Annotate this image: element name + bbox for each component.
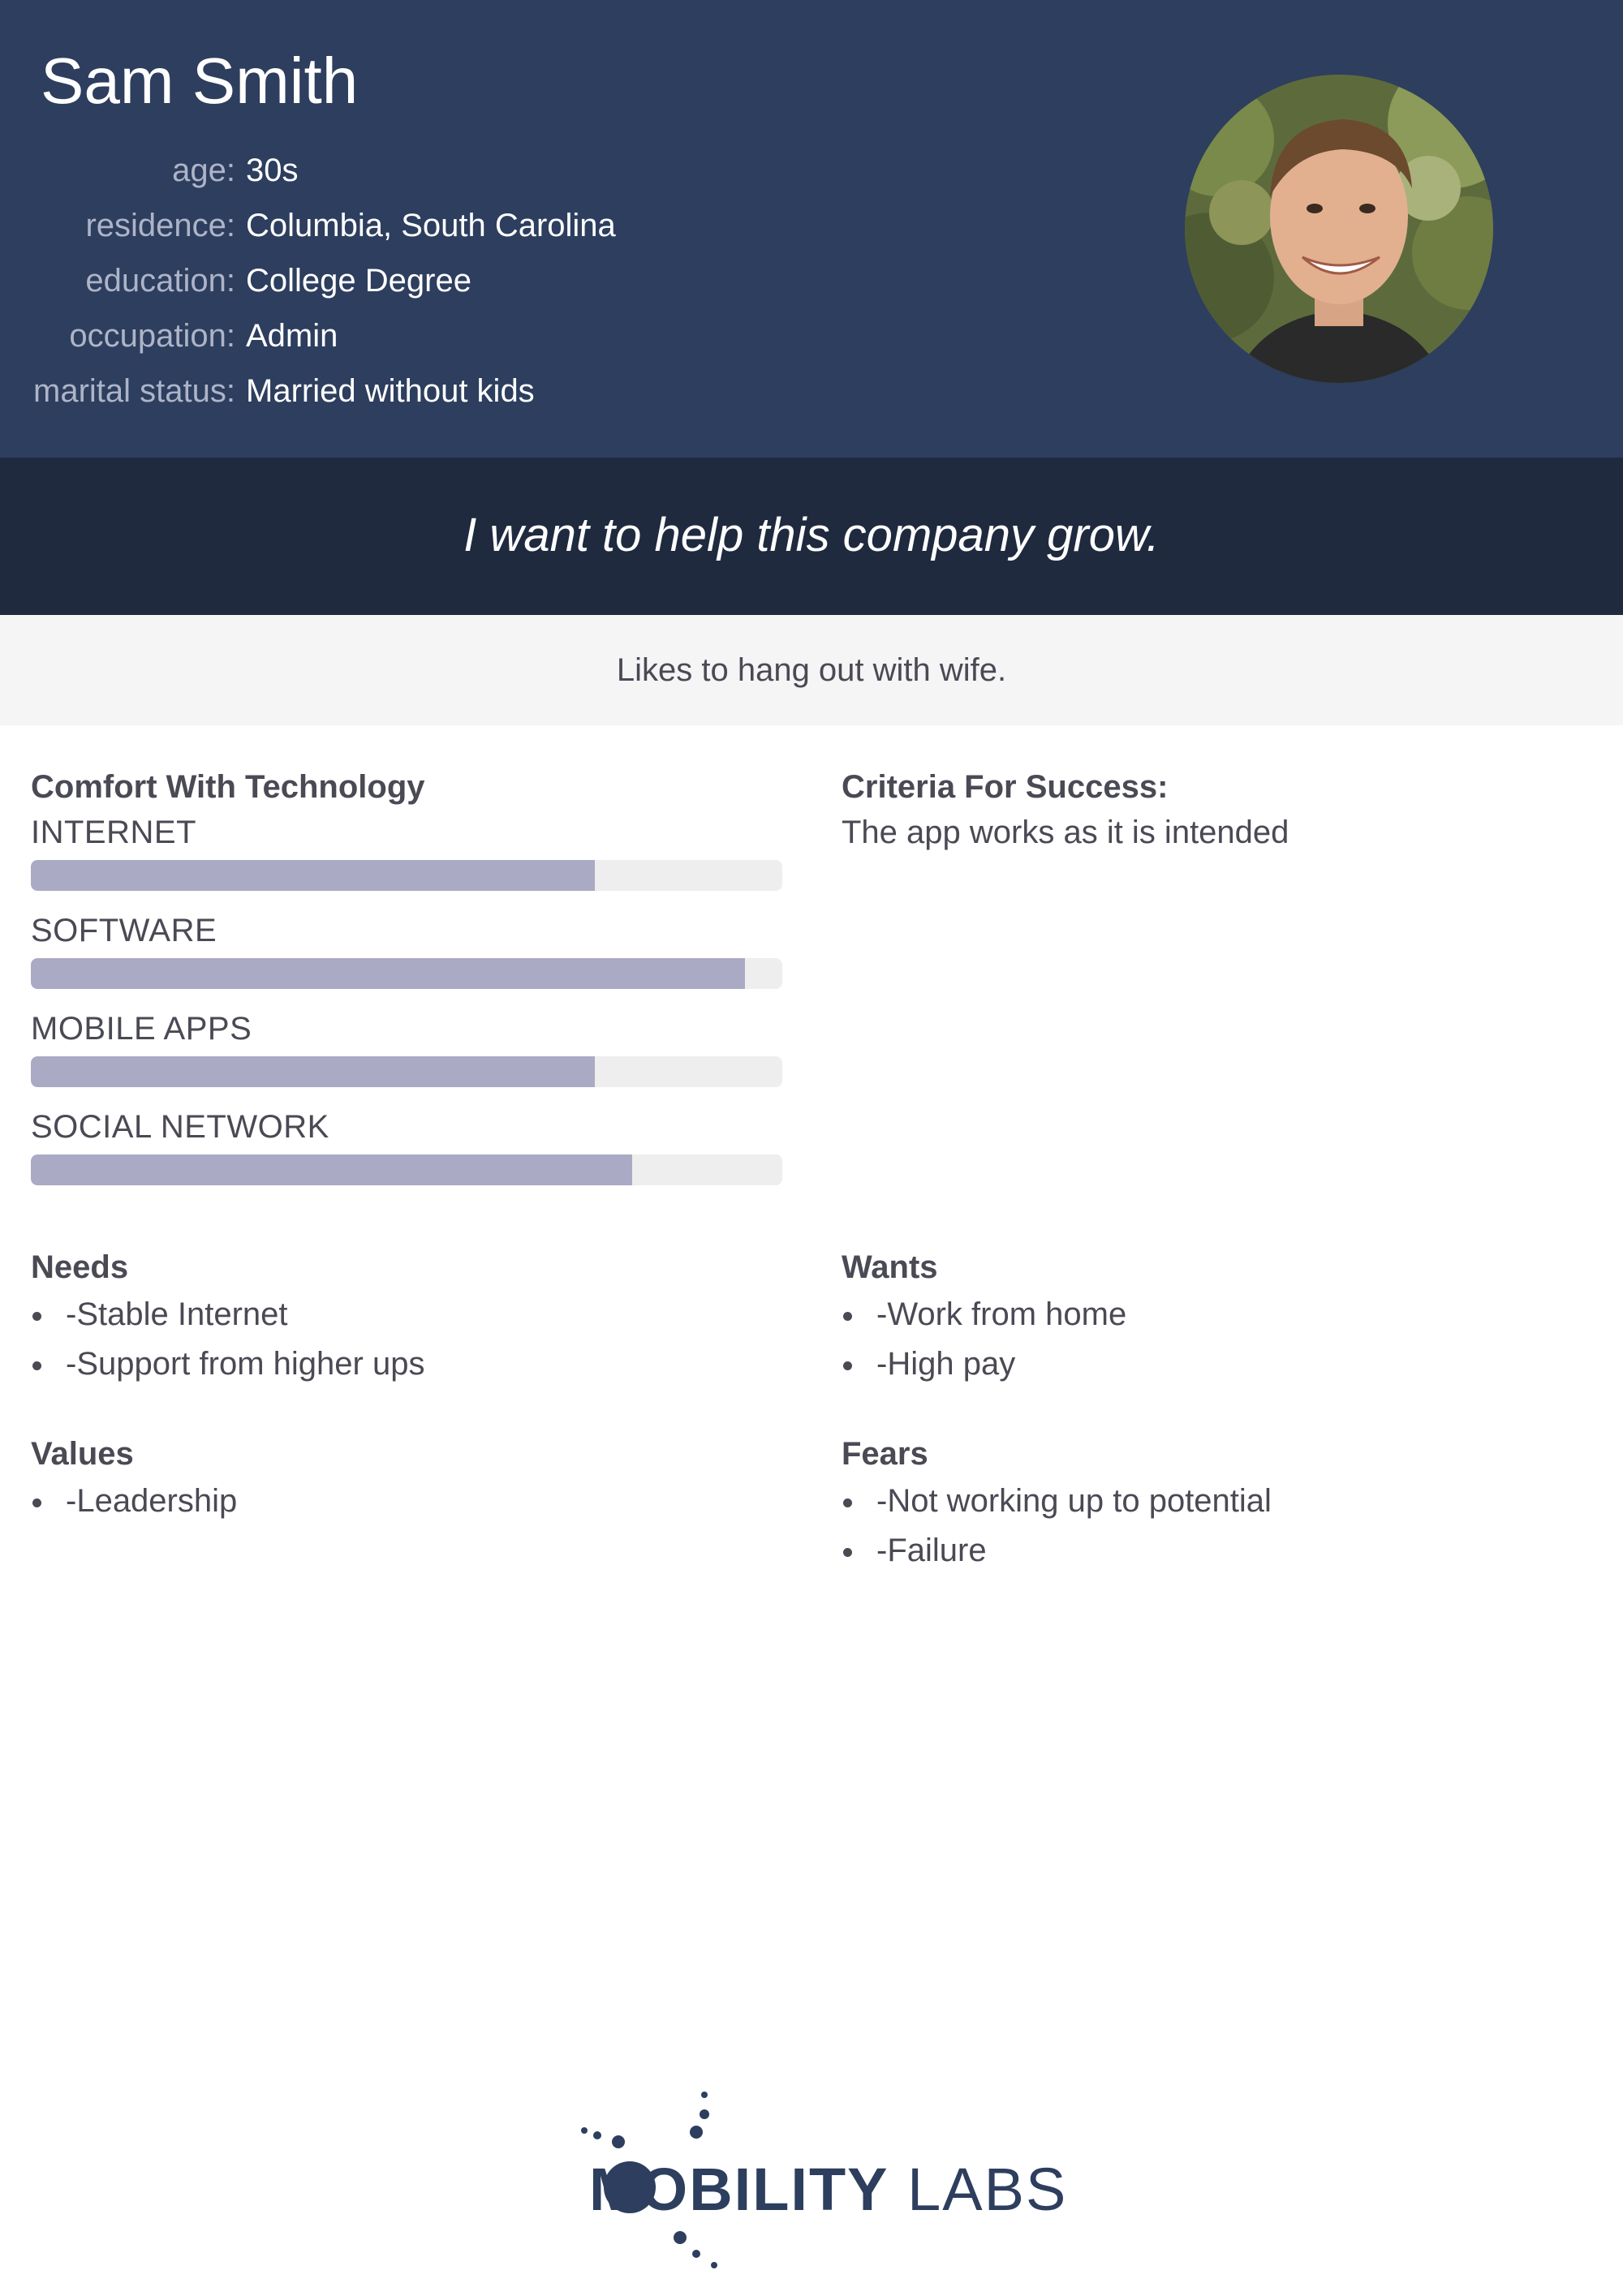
criteria-title: Criteria For Success: — [842, 769, 1169, 805]
avatar-photo — [1185, 75, 1493, 383]
detail-label: education: — [85, 263, 235, 299]
list-item: -Work from home — [842, 1290, 1588, 1339]
tech-item-software: SOFTWARE — [31, 908, 782, 1006]
fears-title: Fears — [842, 1436, 928, 1472]
tech-bar-fill — [31, 1154, 632, 1185]
list-item: -Failure — [842, 1526, 1588, 1576]
tech-label: SOFTWARE — [31, 913, 217, 948]
needs-section: Needs -Stable Internet -Support from hig… — [31, 1245, 782, 1389]
detail-label: occupation: — [69, 318, 235, 354]
tech-label: SOCIAL NETWORK — [31, 1109, 329, 1145]
wants-title: Wants — [842, 1249, 938, 1285]
fears-section: Fears -Not working up to potential -Fail… — [842, 1431, 1588, 1576]
persona-name: Sam Smith — [41, 45, 359, 117]
detail-label: age: — [172, 153, 235, 188]
tech-bar-track — [31, 1154, 782, 1185]
tech-bar-track — [31, 860, 782, 891]
tech-item-mobile-apps: MOBILE APPS — [31, 1006, 782, 1104]
tech-bar-fill — [31, 958, 745, 989]
tech-bar-fill — [31, 1056, 595, 1087]
values-title: Values — [31, 1436, 134, 1472]
mobility-labs-logo: MOBILITY LABS — [568, 2085, 1065, 2288]
persona-quote: I want to help this company grow. — [463, 509, 1160, 561]
logo-light-text: LABS — [907, 2156, 1068, 2223]
persona-bio: Likes to hang out with wife. — [616, 652, 1007, 688]
comfort-title: Comfort With Technology — [31, 769, 425, 805]
tech-label: MOBILE APPS — [31, 1011, 252, 1047]
comfort-section: Comfort With Technology INTERNET SOFTWAR… — [31, 764, 782, 1202]
tech-label: INTERNET — [31, 815, 196, 850]
tech-bar-track — [31, 958, 782, 989]
criteria-text: The app works as it is intended — [842, 815, 1289, 850]
tech-item-social-network: SOCIAL NETWORK — [31, 1104, 782, 1202]
values-list: -Leadership — [31, 1477, 782, 1526]
persona-avatar — [1185, 75, 1493, 383]
persona-header: Sam Smith age: 30s residence: Columbia, … — [0, 0, 1623, 458]
bio-band: Likes to hang out with wife. — [0, 615, 1623, 725]
detail-value: College Degree — [246, 263, 471, 299]
detail-label: residence: — [85, 208, 235, 243]
needs-list: -Stable Internet -Support from higher up… — [31, 1290, 782, 1389]
detail-value: Admin — [246, 318, 338, 354]
criteria-section: Criteria For Success: The app works as i… — [842, 764, 1588, 855]
tech-bar-track — [31, 1056, 782, 1087]
tech-bar-fill — [31, 860, 595, 891]
detail-value: Married without kids — [246, 373, 535, 409]
wants-section: Wants -Work from home -High pay — [842, 1245, 1588, 1389]
tech-item-internet: INTERNET — [31, 810, 782, 908]
detail-value: 30s — [246, 153, 299, 188]
values-section: Values -Leadership — [31, 1431, 782, 1526]
fears-list: -Not working up to potential -Failure — [842, 1477, 1588, 1576]
detail-value: Columbia, South Carolina — [246, 208, 616, 243]
quote-band: I want to help this company grow. — [0, 458, 1623, 615]
list-item: -Stable Internet — [31, 1290, 782, 1339]
list-item: -Not working up to potential — [842, 1477, 1588, 1526]
needs-title: Needs — [31, 1249, 129, 1285]
wants-list: -Work from home -High pay — [842, 1290, 1588, 1389]
detail-label: marital status: — [33, 373, 235, 409]
list-item: -High pay — [842, 1339, 1588, 1389]
list-item: -Leadership — [31, 1477, 782, 1526]
list-item: -Support from higher ups — [31, 1339, 782, 1389]
logo-wordmark: MOBILITY LABS — [589, 2160, 1067, 2220]
logo-bold-text: MOBILITY — [589, 2156, 889, 2223]
